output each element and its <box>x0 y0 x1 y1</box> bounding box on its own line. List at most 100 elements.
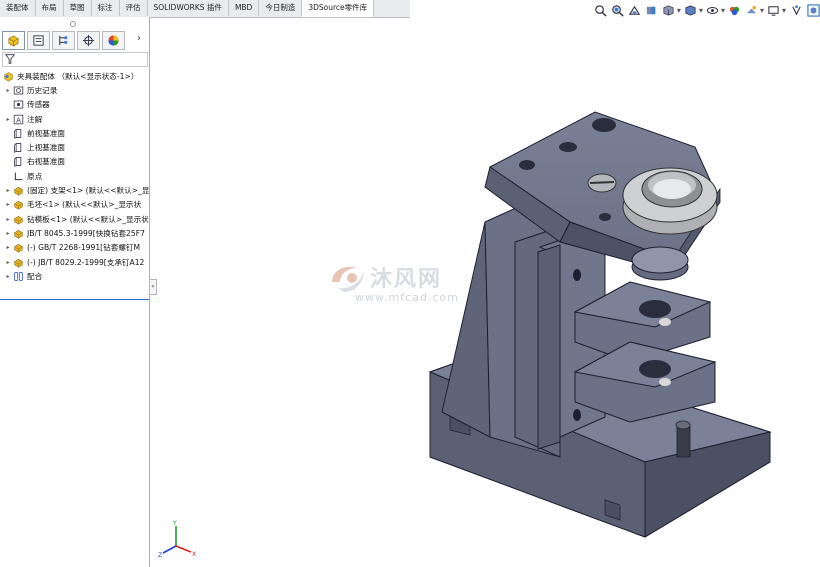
command-manager-tabs: 装配体 布局 草图 标注 评估 SOLIDWORKS 插件 MBD 今日制造 3DSource零… <box>0 0 410 18</box>
tree-item-3[interactable]: 前视基准面 <box>0 126 149 140</box>
zoom-area-icon[interactable] <box>611 4 625 18</box>
tree-item-label: 上视基准面 <box>27 143 65 153</box>
dimxpert-icon <box>82 34 95 47</box>
tree-item-label: (固定) 支架<1> (默认<<默认>_显 <box>27 186 149 196</box>
panel-grip-icon[interactable] <box>70 21 76 27</box>
tab-7[interactable]: 今日制造 <box>259 0 303 16</box>
hide-show-icon[interactable] <box>706 4 720 18</box>
watermark-logo-icon <box>332 266 364 292</box>
tab-3[interactable]: 标注 <box>92 0 120 16</box>
part-icon <box>12 214 24 225</box>
filter-icon <box>4 54 16 64</box>
property-manager-tab[interactable] <box>27 31 50 50</box>
tab-2[interactable]: 草图 <box>64 0 92 16</box>
expand-arrow-icon[interactable]: ▸ <box>4 87 12 94</box>
watermark: 沐风网 <box>328 260 442 294</box>
tab-4[interactable]: 评估 <box>120 0 148 16</box>
dropdown-arrow-icon[interactable]: ▾ <box>699 6 703 15</box>
part-icon <box>12 185 24 196</box>
display-manager-icon <box>108 35 119 46</box>
tree-item-12[interactable]: ▸ (-) JB/T 8029.2-1999[支承钉A12 <box>0 255 149 269</box>
assembly-icon <box>2 71 14 82</box>
expand-arrow-icon[interactable]: ▸ <box>4 244 12 251</box>
svg-text:A: A <box>16 115 21 124</box>
triad-y-label: Y <box>172 520 177 527</box>
tree-item-label: (-) JB/T 8029.2-1999[支承钉A12 <box>27 257 145 267</box>
tree-item-7[interactable]: ▸ (固定) 支架<1> (默认<<默认>_显 <box>0 183 149 197</box>
tree-item-11[interactable]: ▸ (-) GB/T 2268-1991[钻套螺钉M <box>0 241 149 255</box>
dropdown-arrow-icon[interactable]: ▾ <box>760 6 764 15</box>
tree-item-label: 前视基准面 <box>27 128 65 138</box>
dropdown-arrow-icon[interactable]: ▾ <box>782 6 786 15</box>
plane-icon <box>12 156 24 168</box>
tree-item-6[interactable]: 原点 <box>0 169 149 183</box>
tree-item-label: JB/T 8045.3-1999[快换钻套25F7 <box>27 228 145 238</box>
view-orientation-icon[interactable] <box>662 4 676 18</box>
blank-part <box>631 246 689 281</box>
watermark-url: www.mfcad.com <box>355 291 459 304</box>
dropdown-arrow-icon[interactable]: ▾ <box>721 6 725 15</box>
tree-root-assembly[interactable]: 夹具装配体 （默认<显示状态-1>） <box>0 69 149 83</box>
edit-appearance-icon[interactable] <box>728 4 742 18</box>
assembly-model[interactable] <box>150 17 820 567</box>
tree-item-0[interactable]: ▸ 历史记录 <box>0 83 149 97</box>
display-style-icon[interactable] <box>684 4 698 18</box>
feature-tree: 夹具装配体 （默认<显示状态-1>） ▸ 历史记录传感器 ▸ A 注解前视基准面上视基准面… <box>0 69 149 283</box>
expand-arrow-icon[interactable]: ▸ <box>4 273 12 280</box>
apply-scene-icon[interactable] <box>745 4 759 18</box>
part-icon <box>12 257 24 268</box>
watermark-brand: 沐风网 <box>370 267 443 292</box>
tree-item-9[interactable]: ▸ 钻模板<1> (默认<<默认>_显示状 <box>0 212 149 226</box>
feature-manager-icon <box>8 35 19 47</box>
display-manager-tab[interactable] <box>102 31 125 50</box>
feature-manager-tab[interactable] <box>2 31 25 50</box>
zoom-to-fit-icon[interactable] <box>594 4 608 18</box>
view-settings-icon[interactable] <box>767 4 781 18</box>
tree-item-label: 历史记录 <box>27 85 58 95</box>
expand-arrow-icon[interactable]: ▸ <box>4 259 12 266</box>
tree-item-10[interactable]: ▸ JB/T 8045.3-1999[快换钻套25F7 <box>0 226 149 240</box>
part-icon <box>12 242 24 253</box>
tree-item-2[interactable]: ▸ A 注解 <box>0 112 149 126</box>
tree-item-label: 注解 <box>27 114 43 124</box>
tab-6[interactable]: MBD <box>229 0 260 16</box>
tree-item-label: 钻模板<1> (默认<<默认>_显示状 <box>27 214 149 224</box>
realview-icon[interactable] <box>789 4 803 18</box>
triad-z-axis <box>162 545 177 554</box>
plane-icon <box>12 128 24 139</box>
tree-item-1[interactable]: 传感器 <box>0 98 149 112</box>
previous-view-icon[interactable] <box>628 4 642 18</box>
tree-filter-input[interactable] <box>2 52 148 67</box>
expand-arrow-icon[interactable]: ▸ <box>4 116 12 123</box>
tree-item-4[interactable]: 上视基准面 <box>0 140 149 154</box>
tab-0[interactable]: 装配体 <box>0 0 36 16</box>
tree-item-label: 右视基准面 <box>27 157 65 167</box>
tab-8[interactable]: 3DSource零件库 <box>302 0 375 17</box>
origin-icon <box>12 171 24 182</box>
triad-x-axis <box>175 545 192 553</box>
plane-icon <box>12 142 24 153</box>
rollback-bar[interactable] <box>0 299 149 300</box>
tree-item-5[interactable]: 右视基准面 <box>0 155 149 169</box>
tree-item-label: 传感器 <box>27 100 50 110</box>
expand-arrow-icon[interactable]: ▸ <box>4 201 12 208</box>
dropdown-arrow-icon[interactable]: ▾ <box>677 6 681 15</box>
tab-1[interactable]: 布局 <box>36 0 64 16</box>
section-view-icon[interactable] <box>645 4 659 18</box>
dimxpert-tab[interactable] <box>77 31 100 50</box>
graphics-area[interactable]: 沐风网 www.mfcad.com <box>150 17 820 567</box>
tree-item-label: 配合 <box>27 271 43 281</box>
expand-arrow-icon[interactable]: ▸ <box>4 230 12 237</box>
tree-item-8[interactable]: ▸ 毛坯<1> (默认<<默认>_显示状 <box>0 198 149 212</box>
tree-item-13[interactable]: ▸ 配合 <box>0 269 149 283</box>
chevron-right-icon[interactable]: › <box>137 33 141 44</box>
display-pane-icon[interactable] <box>806 4 820 18</box>
expand-arrow-icon[interactable]: ▸ <box>4 187 12 194</box>
configuration-manager-icon <box>59 35 68 46</box>
configuration-manager-tab[interactable] <box>52 31 75 50</box>
expand-arrow-icon[interactable]: ▸ <box>4 216 12 223</box>
part-icon <box>12 228 24 239</box>
history-folder-icon <box>12 85 24 96</box>
sensor-icon <box>12 99 24 110</box>
tab-5[interactable]: SOLIDWORKS 插件 <box>148 0 229 16</box>
